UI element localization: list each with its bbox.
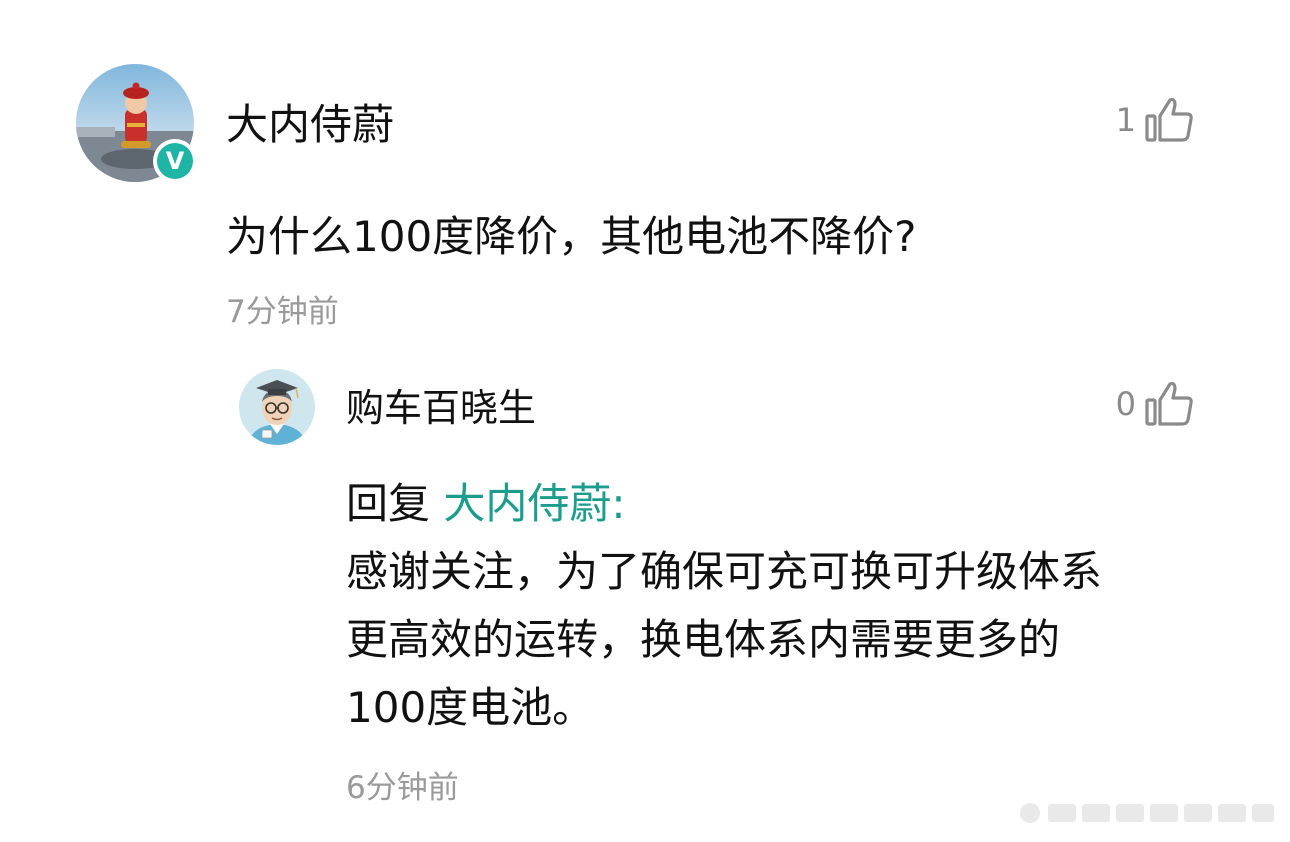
reply-author-avatar[interactable] — [238, 368, 316, 446]
reply-like-button[interactable]: 0 — [1116, 380, 1194, 428]
reply-timestamp: 6分钟前 — [346, 770, 459, 806]
thumbs-up-icon — [1145, 97, 1193, 142]
reply-line: 100度电池。 — [346, 683, 595, 732]
avatar-cartoon-icon — [239, 369, 315, 445]
comment-timestamp: 7分钟前 — [226, 294, 339, 330]
reply-text: 回复 大内侍蔚: 感谢关注，为了确保可充可换可升级体系 更高效的运转，换电体系内… — [346, 470, 1226, 742]
reply-prefix: 回复 — [346, 479, 444, 528]
reply-line: 更高效的运转，换电体系内需要更多的 — [346, 615, 1061, 664]
watermark-icon — [1020, 803, 1274, 823]
comment-like-button[interactable]: 1 — [1116, 96, 1194, 144]
author-avatar[interactable]: V — [75, 63, 197, 183]
comment-thread: V 大内侍蔚 1 为什么100度降价，其他电池不降价? 7分钟前 购车百晓生 0… — [0, 0, 1290, 842]
reply-header-line: 回复 大内侍蔚: — [346, 470, 1226, 538]
comment-text: 为什么100度降价，其他电池不降价? — [226, 212, 917, 261]
mention-link[interactable]: 大内侍蔚: — [443, 479, 625, 528]
verified-icon: V — [157, 143, 193, 179]
comment-author-name[interactable]: 大内侍蔚 — [226, 97, 394, 153]
reply-like-count: 0 — [1115, 385, 1136, 423]
reply-line: 感谢关注，为了确保可充可换可升级体系 — [346, 547, 1103, 596]
thumbs-up-icon — [1145, 381, 1193, 426]
verified-badge: V — [153, 139, 197, 183]
reply-author-name[interactable]: 购车百晓生 — [346, 384, 536, 432]
comment-like-count: 1 — [1115, 101, 1136, 139]
